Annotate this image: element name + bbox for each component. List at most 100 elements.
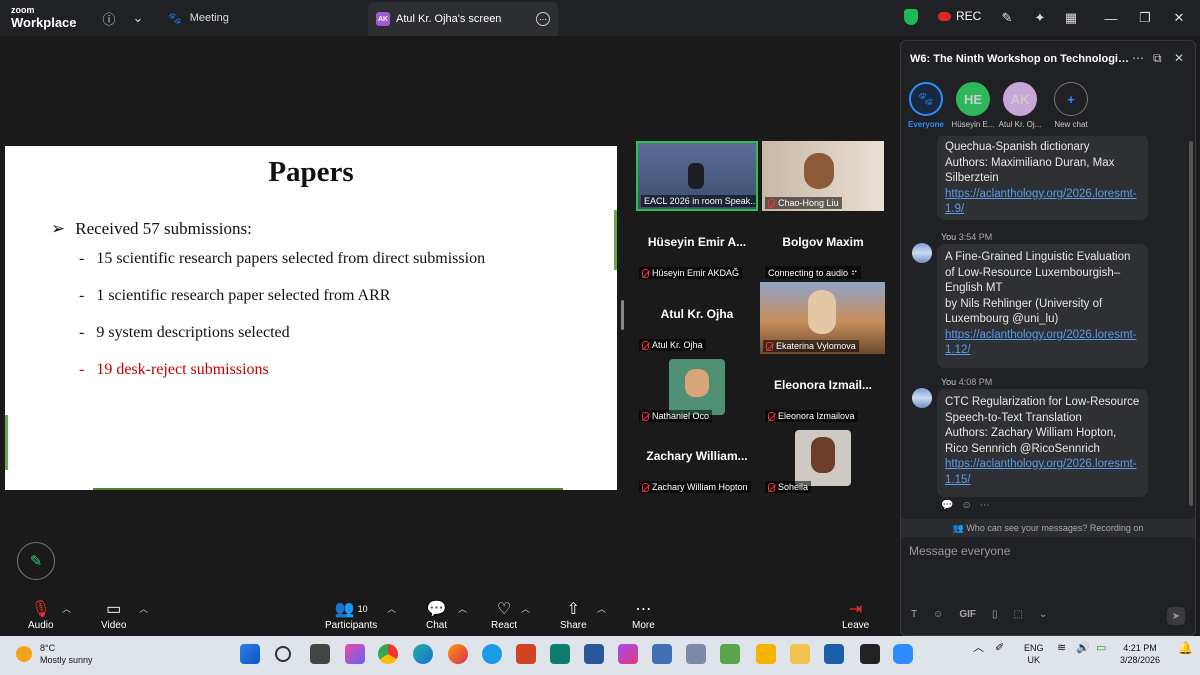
participant-label: EACL 2026 in room Speak...: [641, 195, 756, 207]
edge-icon[interactable]: [413, 644, 433, 664]
network-app-icon[interactable]: [652, 644, 672, 664]
word-icon[interactable]: [584, 644, 604, 664]
info-icon[interactable]: ⓘ: [99, 8, 119, 28]
chevron-up-icon[interactable]: ︿: [139, 602, 148, 615]
leave-button[interactable]: ⇥ Leave: [842, 598, 869, 631]
format-text-icon[interactable]: T: [911, 609, 917, 620]
slide-main-bullet: ➢ Received 57 submissions:: [51, 219, 252, 239]
minimize-icon[interactable]: —: [1101, 8, 1121, 28]
heart-icon: ♡: [496, 601, 512, 618]
chevron-up-icon[interactable]: ︿: [62, 602, 71, 615]
copilot-icon[interactable]: [345, 644, 365, 664]
shield-icon[interactable]: [904, 9, 918, 25]
task-view-icon[interactable]: [310, 644, 330, 664]
privacy-notice[interactable]: 👥 Who can see your messages? Recording o…: [901, 519, 1195, 537]
remote-desktop-icon[interactable]: [686, 644, 706, 664]
share-button[interactable]: ⇧ Share: [560, 598, 587, 631]
chevron-down-icon[interactable]: ⌄: [1039, 609, 1047, 620]
popout-icon[interactable]: ⧉: [1153, 51, 1162, 66]
audio-button[interactable]: 🎙 Audio: [28, 598, 54, 631]
participants-button[interactable]: 👥 10 Participants: [325, 598, 377, 631]
more-icon[interactable]: ⋯: [980, 500, 990, 511]
wifi-icon[interactable]: ≋: [1057, 642, 1066, 654]
layout-icon[interactable]: ▦: [1061, 8, 1081, 28]
terminal-icon[interactable]: [860, 644, 880, 664]
image-app-icon[interactable]: [720, 644, 740, 664]
clock[interactable]: 4:21 PM 3/28/2026: [1120, 642, 1160, 666]
participant-tile[interactable]: EACL 2026 in room Speak...: [636, 141, 758, 211]
volume-icon[interactable]: 🔊: [1076, 642, 1090, 654]
participant-label: Hüseyin Emir AKDAĞ: [639, 267, 743, 279]
plus-icon: +: [1054, 82, 1088, 116]
participant-tile[interactable]: Nathaniel Oco: [636, 354, 758, 424]
participant-tile[interactable]: Atul Kr. Ojha Atul Kr. Ojha: [636, 283, 758, 353]
tab-meeting[interactable]: 🐾 Meeting: [168, 4, 229, 32]
participant-tile[interactable]: Chao-Hong Liu: [762, 141, 884, 211]
message-link[interactable]: https://aclanthology.org/2026.loresmt-1.…: [945, 188, 1137, 216]
emoji-icon[interactable]: ☺: [933, 609, 943, 620]
close-icon[interactable]: ✕: [1174, 51, 1184, 65]
video-button[interactable]: ▭ Video: [101, 598, 126, 631]
more-icon[interactable]: ⋯: [536, 12, 550, 26]
chevron-up-icon[interactable]: ︿: [973, 642, 984, 654]
annotate-icon[interactable]: ✎: [997, 8, 1017, 28]
close-icon[interactable]: ✕: [1169, 8, 1189, 28]
annotate-pencil-button[interactable]: ✎: [17, 542, 55, 580]
react-button[interactable]: ♡ React: [491, 598, 517, 631]
file-explorer-icon[interactable]: [790, 644, 810, 664]
send-icon: ➤: [1171, 610, 1181, 622]
notification-bell-icon[interactable]: 🔔: [1178, 642, 1193, 654]
sticky-notes-icon[interactable]: [756, 644, 776, 664]
screenshot-icon[interactable]: ⬚: [1014, 609, 1023, 620]
publisher-icon[interactable]: [550, 644, 570, 664]
new-chat-button[interactable]: + New chat: [1046, 82, 1096, 129]
participant-tile[interactable]: Bolgov Maxim Connecting to audio ⠖: [762, 211, 884, 281]
more-button[interactable]: ⋯ More: [632, 598, 655, 631]
chat-button[interactable]: 💬 Chat: [426, 598, 447, 631]
windows-start-icon[interactable]: [240, 644, 260, 664]
participant-label: Ekaterina Vylomova: [763, 340, 859, 352]
participant-tile[interactable]: Hüseyin Emir A... Hüseyin Emir AKDAĞ: [636, 211, 758, 281]
chrome-icon[interactable]: [378, 644, 398, 664]
message-input[interactable]: Message everyone: [909, 544, 1010, 558]
reply-icon[interactable]: 💬: [941, 500, 953, 511]
recipient-everyone[interactable]: 🐾 Everyone: [901, 82, 951, 129]
chevron-up-icon[interactable]: ︿: [597, 602, 606, 615]
chevron-up-icon[interactable]: ︿: [387, 602, 396, 615]
slide-decor-bar: [93, 488, 563, 490]
powerpoint-icon[interactable]: [516, 644, 536, 664]
browser-icon[interactable]: [618, 644, 638, 664]
battery-icon[interactable]: ▭: [1096, 642, 1106, 654]
participant-tile[interactable]: Ekaterina Vylomova: [760, 282, 885, 354]
file-icon[interactable]: ▯: [992, 609, 998, 620]
chevron-up-icon[interactable]: ︿: [458, 602, 467, 615]
message-link[interactable]: https://aclanthology.org/2026.loresmt-1.…: [945, 458, 1137, 486]
restore-icon[interactable]: ❐: [1135, 8, 1155, 28]
more-options-icon[interactable]: ⋯: [1132, 51, 1144, 65]
virtualbox-icon[interactable]: [824, 644, 844, 664]
zoom-app-icon[interactable]: [893, 644, 913, 664]
recording-indicator[interactable]: REC: [938, 9, 981, 23]
sparkle-icon[interactable]: ✦: [1030, 8, 1050, 28]
weather-widget[interactable]: 8°C Mostly sunny: [16, 642, 93, 666]
recipient-huseyin[interactable]: HE Hüseyin E...: [948, 82, 998, 129]
firefox-icon[interactable]: [448, 644, 468, 664]
gif-button[interactable]: GIF: [959, 609, 976, 620]
send-button[interactable]: ➤: [1167, 607, 1185, 625]
participant-tile[interactable]: Zachary William... Zachary William Hopto…: [636, 425, 758, 495]
chevron-up-icon[interactable]: ︿: [521, 602, 530, 615]
participant-tile[interactable]: Soheila: [762, 425, 884, 495]
zoom-logo: zoom Workplace: [11, 6, 77, 30]
recipient-atul[interactable]: AK Atul Kr. Oj...: [995, 82, 1045, 129]
participant-tile[interactable]: Eleonora Izmail... Eleonora Izmailova: [762, 354, 884, 424]
emoji-react-icon[interactable]: ☺: [961, 500, 971, 511]
chevron-down-icon[interactable]: ⌄: [128, 8, 148, 28]
chat-scrollbar[interactable]: [1189, 141, 1193, 506]
tab-shared-screen[interactable]: AK Atul Kr. Ojha's screen ⋯: [368, 2, 558, 36]
skype-icon[interactable]: [482, 644, 502, 664]
message-link[interactable]: https://aclanthology.org/2026.loresmt-1.…: [945, 329, 1137, 357]
pen-tray-icon[interactable]: ✐: [995, 642, 1004, 654]
language-indicator[interactable]: ENG UK: [1024, 642, 1044, 666]
split-handle[interactable]: [621, 300, 624, 330]
search-icon[interactable]: [275, 646, 291, 662]
